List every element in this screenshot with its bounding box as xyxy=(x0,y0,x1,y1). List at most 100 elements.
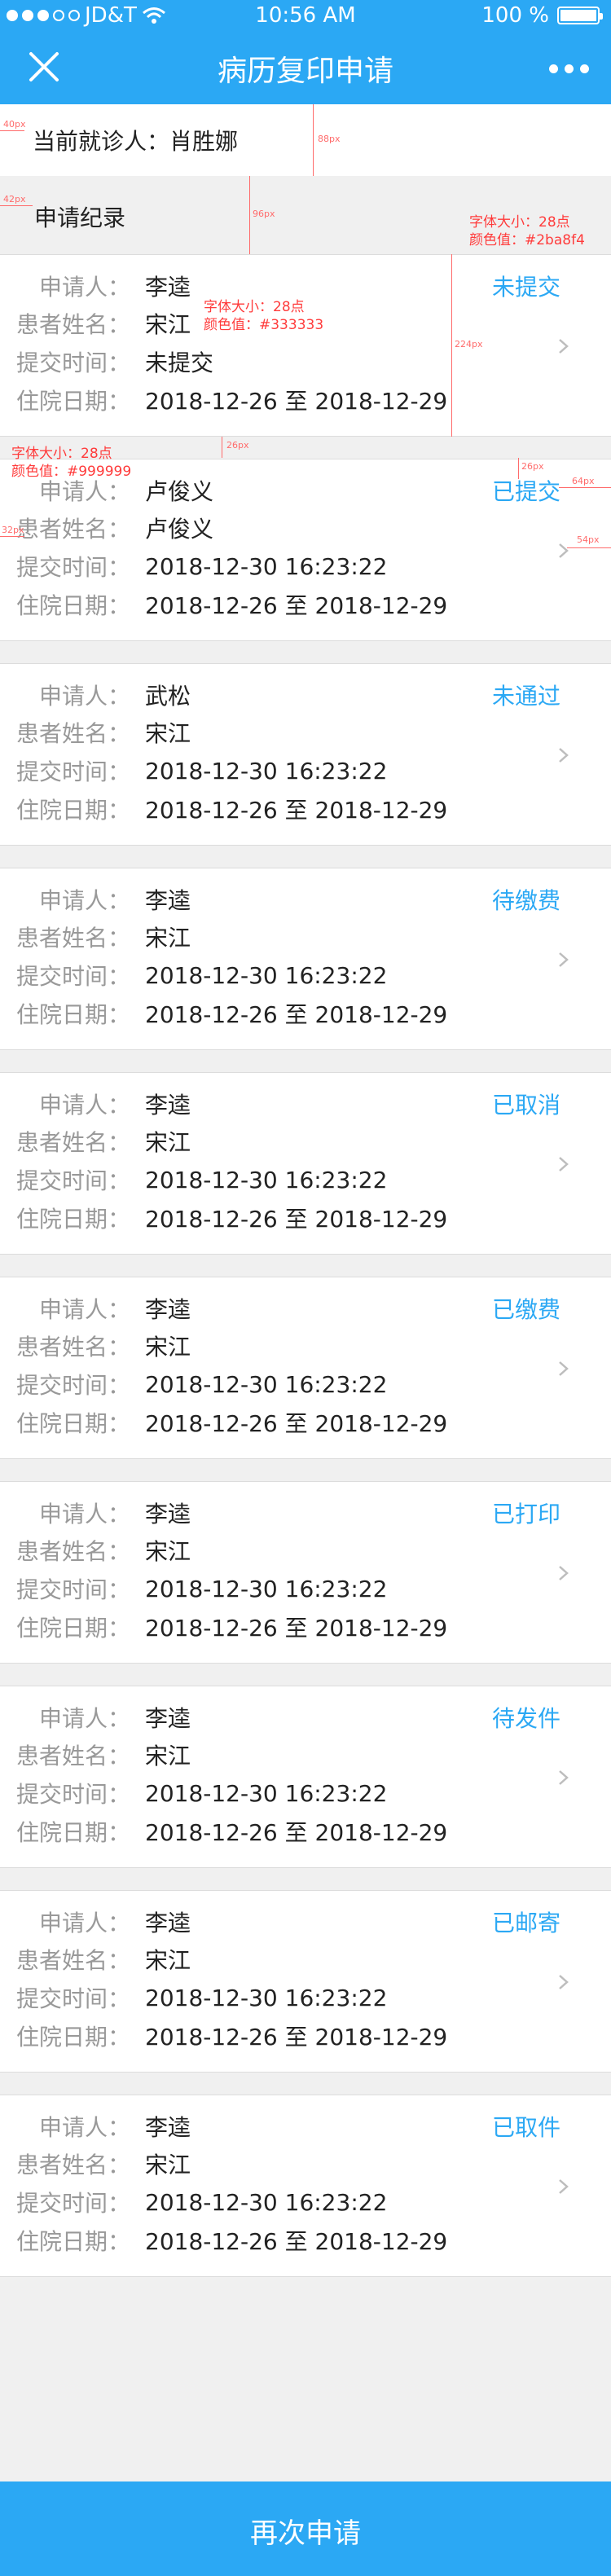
record-card[interactable]: 申请人： 李逵 患者姓名： 宋江 提交时间： 2018-12-30 16:23:22 住院日… xyxy=(0,2095,611,2277)
record-card[interactable]: 申请人： 武松 患者姓名： 宋江 提交时间： 2018-12-30 16:23:22 住院日… xyxy=(0,663,611,846)
record-value: 宋江 xyxy=(145,2152,191,2178)
record-row-patient: 患者姓名： 宋江 xyxy=(0,307,191,340)
record-row-patient: 患者姓名： 宋江 xyxy=(0,1125,191,1158)
nav-bar: 病历复印申请 xyxy=(0,33,611,104)
record-card[interactable]: 申请人： 李逵 患者姓名： 宋江 提交时间： 2018-12-30 16:23:22 住院日… xyxy=(0,1890,611,2073)
chevron-right-icon xyxy=(559,339,569,354)
current-patient-bar[interactable]: 当前就诊人：肖胜娜 xyxy=(0,104,611,176)
record-row-submit-time: 提交时间： 2018-12-30 16:23:22 xyxy=(0,1163,387,1196)
chevron-right-icon xyxy=(559,543,569,558)
record-label: 住院日期： xyxy=(15,592,130,619)
record-status: 已缴费 xyxy=(491,1296,560,1323)
measure-224: 224px xyxy=(455,339,483,349)
record-row-patient: 患者姓名： 宋江 xyxy=(0,1739,191,1771)
record-value: 未提交 xyxy=(145,349,214,376)
record-row-applicant: 申请人： 李逵 xyxy=(0,2110,191,2143)
record-card[interactable]: 申请人： 李逵 患者姓名： 宋江 提交时间： 2018-12-30 16:23:22 住院日… xyxy=(0,1686,611,1868)
chevron-right-icon xyxy=(559,1157,569,1172)
record-value: 2018-12-30 16:23:22 xyxy=(145,552,388,580)
chevron-right-icon xyxy=(559,1770,569,1785)
record-card[interactable]: 申请人： 李逵 患者姓名： 宋江 提交时间： 2018-12-30 16:23:22 住院日… xyxy=(0,1072,611,1255)
reapply-button-label: 再次申请 xyxy=(250,2517,361,2550)
battery-icon xyxy=(557,7,603,24)
record-label: 患者姓名： xyxy=(15,311,130,338)
record-row-hospital-dates: 住院日期： 2018-12-26 至 2018-12-29 xyxy=(0,1406,447,1439)
record-value: 李逵 xyxy=(145,1910,191,1936)
battery-percent: 100 % xyxy=(481,3,549,28)
measure-line xyxy=(249,176,250,254)
record-value: 李逵 xyxy=(145,1501,191,1528)
record-label: 住院日期： xyxy=(15,2024,130,2051)
record-label: 患者姓名： xyxy=(15,1129,130,1156)
measure-32: 32px xyxy=(2,525,24,535)
record-label: 申请人： xyxy=(38,683,130,710)
record-label: 申请人： xyxy=(38,1092,130,1119)
record-status: 已打印 xyxy=(491,1501,560,1528)
record-label: 提交时间： xyxy=(15,1372,130,1399)
record-label: 提交时间： xyxy=(15,758,130,785)
record-label: 住院日期： xyxy=(15,1206,130,1233)
chevron-right-icon xyxy=(559,1361,569,1376)
record-value: 李逵 xyxy=(145,1705,191,1732)
annotation-label-font: 字体大小：28点 xyxy=(11,446,112,462)
annotation-status-font: 字体大小：28点 xyxy=(469,214,570,231)
record-value: 宋江 xyxy=(145,720,191,747)
record-value: 李逵 xyxy=(145,274,191,301)
annotation-status-color: 颜色值：#2ba8f4 xyxy=(469,232,585,248)
record-status: 已提交 xyxy=(491,478,560,505)
record-card[interactable]: 申请人： 李逵 患者姓名： 宋江 提交时间： 未提交 住院日期： 2018-12-26 至 2… xyxy=(0,254,611,437)
measure-line xyxy=(0,130,24,131)
record-value: 2018-12-26 至 2018-12-29 xyxy=(145,797,448,824)
measure-26: 26px xyxy=(226,440,249,451)
record-status: 已取件 xyxy=(491,2114,560,2141)
record-card[interactable]: 申请人： 李逵 患者姓名： 宋江 提交时间： 2018-12-30 16:23:22 住院日… xyxy=(0,1481,611,1664)
record-value: 2018-12-26 至 2018-12-29 xyxy=(145,388,448,415)
record-label: 提交时间： xyxy=(15,1167,130,1194)
measure-line xyxy=(559,487,611,488)
record-row-hospital-dates: 住院日期： 2018-12-26 至 2018-12-29 xyxy=(0,2020,447,2052)
record-card[interactable]: 申请人： 卢俊义 患者姓名： 卢俊义 提交时间： 2018-12-30 16:23:22 住… xyxy=(0,459,611,641)
record-label: 患者姓名： xyxy=(15,1743,130,1769)
record-status: 未通过 xyxy=(491,683,560,710)
record-card[interactable]: 申请人： 李逵 患者姓名： 宋江 提交时间： 2018-12-30 16:23:22 住院日… xyxy=(0,1277,611,1459)
status-right: 100 % xyxy=(481,3,603,28)
record-value: 李逵 xyxy=(145,2114,191,2141)
measure-line xyxy=(0,536,24,537)
record-label: 住院日期： xyxy=(15,1001,130,1028)
record-value: 宋江 xyxy=(145,925,191,952)
record-label: 申请人： xyxy=(38,1705,130,1732)
record-label: 申请人： xyxy=(38,2114,130,2141)
record-row-hospital-dates: 住院日期： 2018-12-26 至 2018-12-29 xyxy=(0,1611,447,1643)
record-row-hospital-dates: 住院日期： 2018-12-26 至 2018-12-29 xyxy=(0,1202,447,1234)
record-value: 2018-12-30 16:23:22 xyxy=(145,757,388,785)
record-row-hospital-dates: 住院日期： 2018-12-26 至 2018-12-29 xyxy=(0,793,447,825)
reapply-button[interactable]: 再次申请 xyxy=(0,2481,611,2576)
more-icon[interactable] xyxy=(546,52,591,85)
record-value: 2018-12-26 至 2018-12-29 xyxy=(145,1615,448,1642)
record-label: 申请人： xyxy=(38,274,130,301)
record-row-applicant: 申请人： 李逵 xyxy=(0,883,191,916)
record-status: 未提交 xyxy=(491,274,560,301)
record-label: 住院日期： xyxy=(15,797,130,824)
record-label: 住院日期： xyxy=(15,388,130,415)
measure-40: 40px xyxy=(3,119,26,130)
record-label: 提交时间： xyxy=(15,1781,130,1808)
status-bar: JD&T 10:56 AM 100 % xyxy=(0,0,611,33)
page-title: 病历复印申请 xyxy=(217,55,393,88)
record-row-hospital-dates: 住院日期： 2018-12-26 至 2018-12-29 xyxy=(0,2224,447,2257)
record-row-hospital-dates: 住院日期： 2018-12-26 至 2018-12-29 xyxy=(0,384,447,416)
record-row-submit-time: 提交时间： 2018-12-30 16:23:22 xyxy=(0,1572,387,1605)
record-row-patient: 患者姓名： 宋江 xyxy=(0,716,191,749)
record-row-submit-time: 提交时间： 2018-12-30 16:23:22 xyxy=(0,754,387,787)
record-value: 宋江 xyxy=(145,1947,191,1974)
record-label: 患者姓名： xyxy=(15,925,130,952)
record-card[interactable]: 申请人： 李逵 患者姓名： 宋江 提交时间： 2018-12-30 16:23:22 住院日… xyxy=(0,868,611,1050)
record-value: 2018-12-26 至 2018-12-29 xyxy=(145,1206,448,1233)
record-label: 提交时间： xyxy=(15,2190,130,2217)
measure-line xyxy=(0,205,33,206)
record-value: 2018-12-26 至 2018-12-29 xyxy=(145,1410,448,1437)
measure-42: 42px xyxy=(3,194,26,204)
record-value: 宋江 xyxy=(145,1538,191,1565)
record-label: 提交时间： xyxy=(15,1576,130,1603)
record-value: 卢俊义 xyxy=(145,516,214,543)
